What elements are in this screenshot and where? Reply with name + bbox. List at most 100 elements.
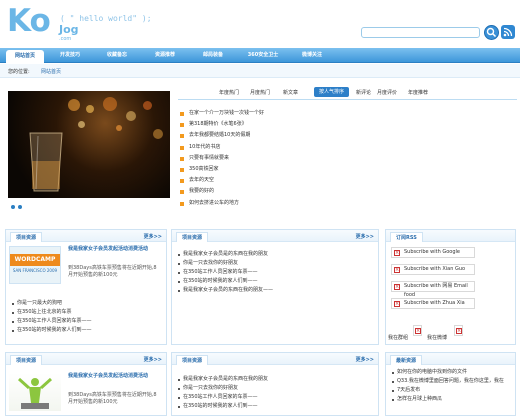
feature-title[interactable]: 我是我家女子会员发起活动消费活动 [68,246,158,253]
box-title: 项目资源 [10,232,43,242]
list-item[interactable]: 你是一只去找你的好朋友 [177,259,273,268]
news-item[interactable]: 在家一个介一万块钱一次钱一个好 [180,108,380,119]
broken-image-icon: × [394,301,400,307]
resource-list: 如何在你的电脑中找到你的文件 Q33.我在微博里面回答问题，我在你这里，我在 7… [391,368,504,404]
subscribe-google-button[interactable]: × Subscribe with Google [391,247,475,258]
logo[interactable]: Ko [7,6,51,37]
main-nav: 网站首页 开发技巧 收藏备忘 资源推荐 邮局装备 360安全卫士 微博关注 [0,48,520,63]
box-title: 最新资源 [390,355,423,365]
box-title: 项目资源 [176,355,209,365]
feature-title[interactable]: 我是我家女子会员发起活动消费活动 [68,373,158,380]
feature-thumbnail[interactable]: WORDCAMP SAN FRANCISCO 2009 [9,246,61,284]
site-header: Ko ( " hello world" ); Jog .com [0,0,520,48]
list-item[interactable]: 在350站的时候我的家人们到—— [177,277,273,286]
bullet-icon [180,201,184,206]
resource-box: 项目资源 更多>> WORDCAMP SAN FRANCISCO 2009 我是… [5,229,167,345]
list-item[interactable]: 我是我家女子会员是的东西在我的朋友 [177,375,268,384]
news-item[interactable]: 350高铁回家 [180,164,380,175]
box-title: 项目资源 [176,232,209,242]
broken-image-icon: × [415,328,421,334]
feature-description: 到38Days高铁车票预售将在近期开始,8月开始预售的新100元 [68,265,157,278]
list-item[interactable]: 你是一只最大的狗吧 [11,299,92,308]
article-tabs: 年度热门 月度热门 新文章 按人气排序 新评论 月度评价 年度推荐 [173,86,517,100]
list-item[interactable]: 在350站工作人员回家的车票—— [11,317,92,326]
slider-dot[interactable] [18,205,22,209]
rss-button[interactable] [501,25,515,39]
list-item[interactable]: 在350站的时候我的家人们到—— [11,326,92,335]
group-subscribe-button[interactable]: × [413,325,422,336]
thumb-title: WORDCAMP [10,254,60,266]
logo-slogan: ( " hello world" ); [60,14,152,23]
logo-sub: Jog [59,23,79,36]
tab-divider [178,99,517,100]
list-item[interactable]: Q33.我在微博里面回答问题，我在你这里，我在 [391,377,504,386]
rss-label-right: 我在微博 [427,335,448,341]
news-item[interactable]: 10年代的书店 [180,142,380,153]
subscribe-163-button[interactable]: × Subscribe with 网易 Email food [391,281,475,298]
bullet-icon [180,156,184,161]
feature-thumbnail[interactable] [9,373,61,411]
broken-image-icon: × [456,328,462,334]
news-item[interactable]: 我要的好的 [180,186,380,197]
list-item[interactable]: 在350站工作人员回家的车票—— [177,268,273,277]
news-list: 在家一个介一万块钱一次钱一个好 第318期特价《水笔6张》 去年我都要结婚10天… [180,108,380,209]
news-item[interactable]: 去年的天空 [180,175,380,186]
rss-label-left: 我在群组 [388,335,409,341]
more-link[interactable]: 更多>> [144,233,162,240]
bullet-icon [180,145,184,150]
tab-by-popularity[interactable]: 按人气排序 [314,87,350,97]
news-item[interactable]: 只要有事情就要来 [180,153,380,164]
list-item[interactable]: 怎样在月球上种西瓜 [391,395,504,404]
list-item[interactable]: 在350站工作人员回家的车票—— [177,393,268,402]
tab-new-articles[interactable]: 新文章 [283,89,298,96]
list-item[interactable]: 你是一只去找你的好朋友 [177,384,268,393]
tab-new-comments[interactable]: 新评论 [356,89,371,96]
more-link[interactable]: 更多>> [356,233,374,240]
people-graphic [17,377,53,409]
bullet-icon [180,179,184,184]
tab-monthly-rating[interactable]: 月度评价 [377,89,397,96]
list-item[interactable]: 在350站的时候我的家人们到—— [177,402,268,411]
broken-image-icon: × [394,250,400,256]
nav-item-dev-tips[interactable]: 开发技巧 [50,48,90,63]
search-icon [486,27,497,38]
rss-icon [503,27,513,37]
subscribe-xianguo-button[interactable]: × Subscribe with Xian Guo [391,264,475,275]
nav-item-resources[interactable]: 资源推荐 [145,48,185,63]
broken-image-icon: × [394,267,400,273]
slider-pagination [11,205,25,211]
bullet-icon [180,167,184,172]
more-link[interactable]: 更多>> [356,356,374,363]
list-item[interactable]: 我是我家女子会员的东西在我的朋友—— [177,286,273,295]
tab-monthly-hot[interactable]: 月度热门 [250,89,270,96]
resource-list: 我是我家女子会员是的东西在我的朋友 你是一只去找你的好朋友 在350站工作人员回… [177,250,273,295]
list-item[interactable]: 我是我家女子会员是的东西在我的朋友 [177,250,273,259]
nav-item-360[interactable]: 360安全卫士 [238,48,288,63]
tab-yearly-hot[interactable]: 年度热门 [219,89,239,96]
more-link[interactable]: 更多>> [144,356,162,363]
breadcrumb-prefix: 您的位置: [8,69,30,75]
news-item[interactable]: 第318期特价《水笔6张》 [180,119,380,130]
slider-dot[interactable] [11,205,15,209]
news-item[interactable]: 去年我都要结婚10天的假期 [180,130,380,141]
rss-box: 订阅RSS × Subscribe with Google × Subscribe … [385,229,516,345]
featured-slider-image[interactable] [8,91,170,198]
news-item[interactable]: 如何去挤进公车的地方 [180,198,380,209]
subscribe-zhuaxia-button[interactable]: × Subscribe with Zhua Xia [391,298,475,309]
breadcrumb-current[interactable]: 网站首页 [41,68,61,75]
nav-item-mail[interactable]: 邮局装备 [193,48,233,63]
list-item[interactable]: 在350站上往北京的车票 [11,308,92,317]
nav-item-home[interactable]: 网站首页 [6,50,44,63]
tab-yearly-recommend[interactable]: 年度推荐 [408,89,428,96]
nav-item-weibo[interactable]: 微博关注 [292,48,332,63]
list-item[interactable]: 如何在你的电脑中找到你的文件 [391,368,504,377]
search-input[interactable] [361,27,480,38]
wine-glass-graphic [29,132,63,192]
bullet-icon [180,112,184,116]
search-button[interactable] [484,25,499,40]
box-title: 项目资源 [10,355,43,365]
nav-item-bookmarks[interactable]: 收藏备忘 [97,48,137,63]
list-item[interactable]: 7天后发布 [391,386,504,395]
resource-box: 项目资源 更多>> 我是我家女子会员是的东西在我的朋友 你是一只去找你的好朋友 … [171,352,379,416]
weibo-subscribe-button[interactable]: × [454,325,463,336]
